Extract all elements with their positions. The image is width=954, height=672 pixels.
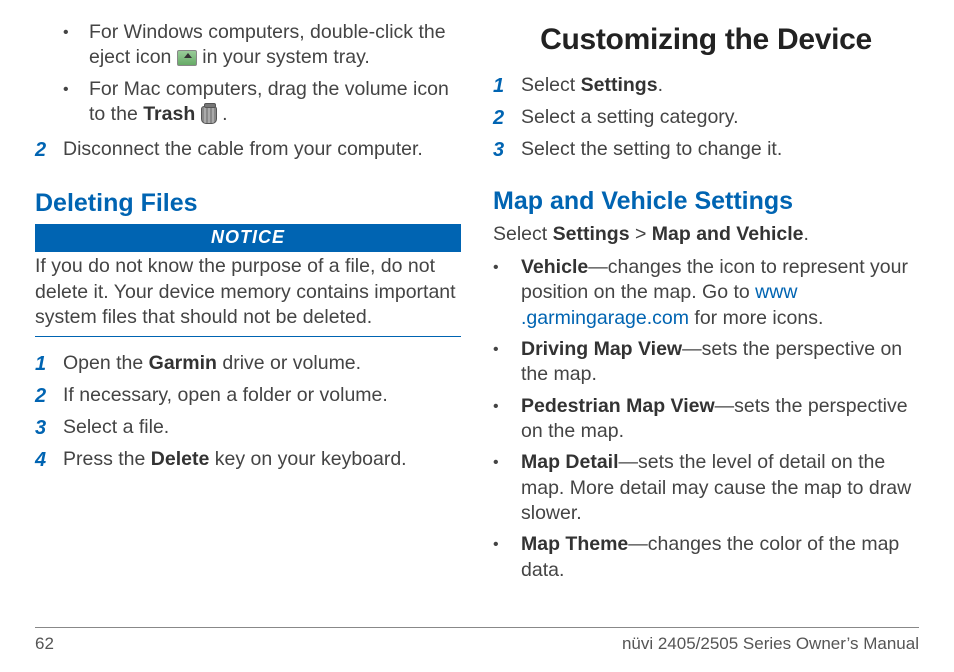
step-number: 1 [493, 73, 521, 99]
step-item: 3 Select the setting to change it. [493, 137, 919, 163]
bold-text: Delete [151, 448, 210, 470]
text: Press the [63, 448, 151, 470]
list-item: • For Windows computers, double-click th… [63, 20, 461, 71]
bullet-dot: • [493, 337, 521, 388]
list-item: • Map Theme—changes the color of the map… [493, 532, 919, 583]
text: . [804, 223, 809, 245]
step-text: Disconnect the cable from your computer. [63, 137, 461, 163]
text: . [658, 74, 663, 96]
text: Select [493, 223, 553, 245]
bullet-dot: • [63, 20, 89, 71]
heading-deleting-files: Deleting Files [35, 187, 461, 220]
text: Open the [63, 352, 149, 374]
right-column: Customizing the Device 1 Select Settings… [487, 20, 919, 620]
trash-icon [201, 106, 217, 124]
page-content: • For Windows computers, double-click th… [0, 0, 954, 620]
bold-text: Map and Vehicle [652, 223, 804, 245]
step-item: 1 Open the Garmin drive or volume. [35, 351, 461, 377]
text: > [630, 223, 652, 245]
list-item: • Pedestrian Map View—sets the perspecti… [493, 394, 919, 445]
delete-steps: 1 Open the Garmin drive or volume. 2 If … [35, 351, 461, 473]
text: Select [521, 74, 581, 96]
page-footer: 62 nüvi 2405/2505 Series Owner’s Manual [35, 627, 919, 654]
step-item: 1 Select Settings. [493, 73, 919, 99]
text: Select the setting to change it. [521, 138, 782, 160]
bullet-dot: • [63, 77, 89, 128]
text: in your system tray. [202, 46, 370, 68]
bold-text: Map Detail [521, 451, 619, 473]
bold-text: Pedestrian Map View [521, 395, 715, 417]
step-item: 4 Press the Delete key on your keyboard. [35, 447, 461, 473]
step-number: 2 [35, 137, 63, 163]
customize-steps: 1 Select Settings. 2 Select a setting ca… [493, 73, 919, 163]
list-item: • Driving Map View—sets the perspective … [493, 337, 919, 388]
step-item: 2 If necessary, open a folder or volume. [35, 383, 461, 409]
step-item: 3 Select a file. [35, 415, 461, 441]
manual-title: nüvi 2405/2505 Series Owner’s Manual [622, 634, 919, 654]
page-number: 62 [35, 634, 54, 654]
step-number: 4 [35, 447, 63, 473]
bold-text: Settings [553, 223, 630, 245]
bullet-dot: • [493, 532, 521, 583]
text: If necessary, open a folder or volume. [63, 384, 388, 406]
notice-text: If you do not know the purpose of a file… [35, 254, 461, 337]
step-number: 2 [493, 105, 521, 131]
step-number: 2 [35, 383, 63, 409]
heading-map-vehicle: Map and Vehicle Settings [493, 185, 919, 218]
bold-text: Vehicle [521, 256, 588, 278]
list-item: • Map Detail—sets the level of detail on… [493, 450, 919, 526]
bullet-dot: • [493, 450, 521, 526]
bold-text: Settings [581, 74, 658, 96]
text: Select a file. [63, 416, 169, 438]
heading-customizing: Customizing the Device [493, 20, 919, 59]
eject-icon [177, 50, 197, 66]
step-item: 2 Disconnect the cable from your compute… [35, 137, 461, 163]
list-item: • Vehicle—changes the icon to represent … [493, 255, 919, 331]
left-column: • For Windows computers, double-click th… [35, 20, 467, 620]
step-number: 1 [35, 351, 63, 377]
bullet-dot: • [493, 394, 521, 445]
step-number: 3 [35, 415, 63, 441]
step-number: 3 [493, 137, 521, 163]
bold-text: Trash [143, 103, 195, 125]
bold-text: Driving Map View [521, 338, 682, 360]
step-item: 2 Select a setting category. [493, 105, 919, 131]
notice-label: NOTICE [35, 224, 461, 252]
text: key on your keyboard. [209, 448, 406, 470]
settings-list: • Vehicle—changes the icon to represent … [493, 255, 919, 583]
bold-text: Map Theme [521, 533, 628, 555]
list-item: • For Mac computers, drag the volume ico… [63, 77, 461, 128]
text: for more icons. [689, 307, 823, 329]
text: . [222, 103, 227, 125]
eject-instructions: • For Windows computers, double-click th… [63, 20, 461, 127]
bold-text: Garmin [149, 352, 217, 374]
text: drive or volume. [217, 352, 361, 374]
select-path: Select Settings > Map and Vehicle. [493, 222, 919, 247]
bullet-dot: • [493, 255, 521, 331]
text: Select a setting category. [521, 106, 739, 128]
